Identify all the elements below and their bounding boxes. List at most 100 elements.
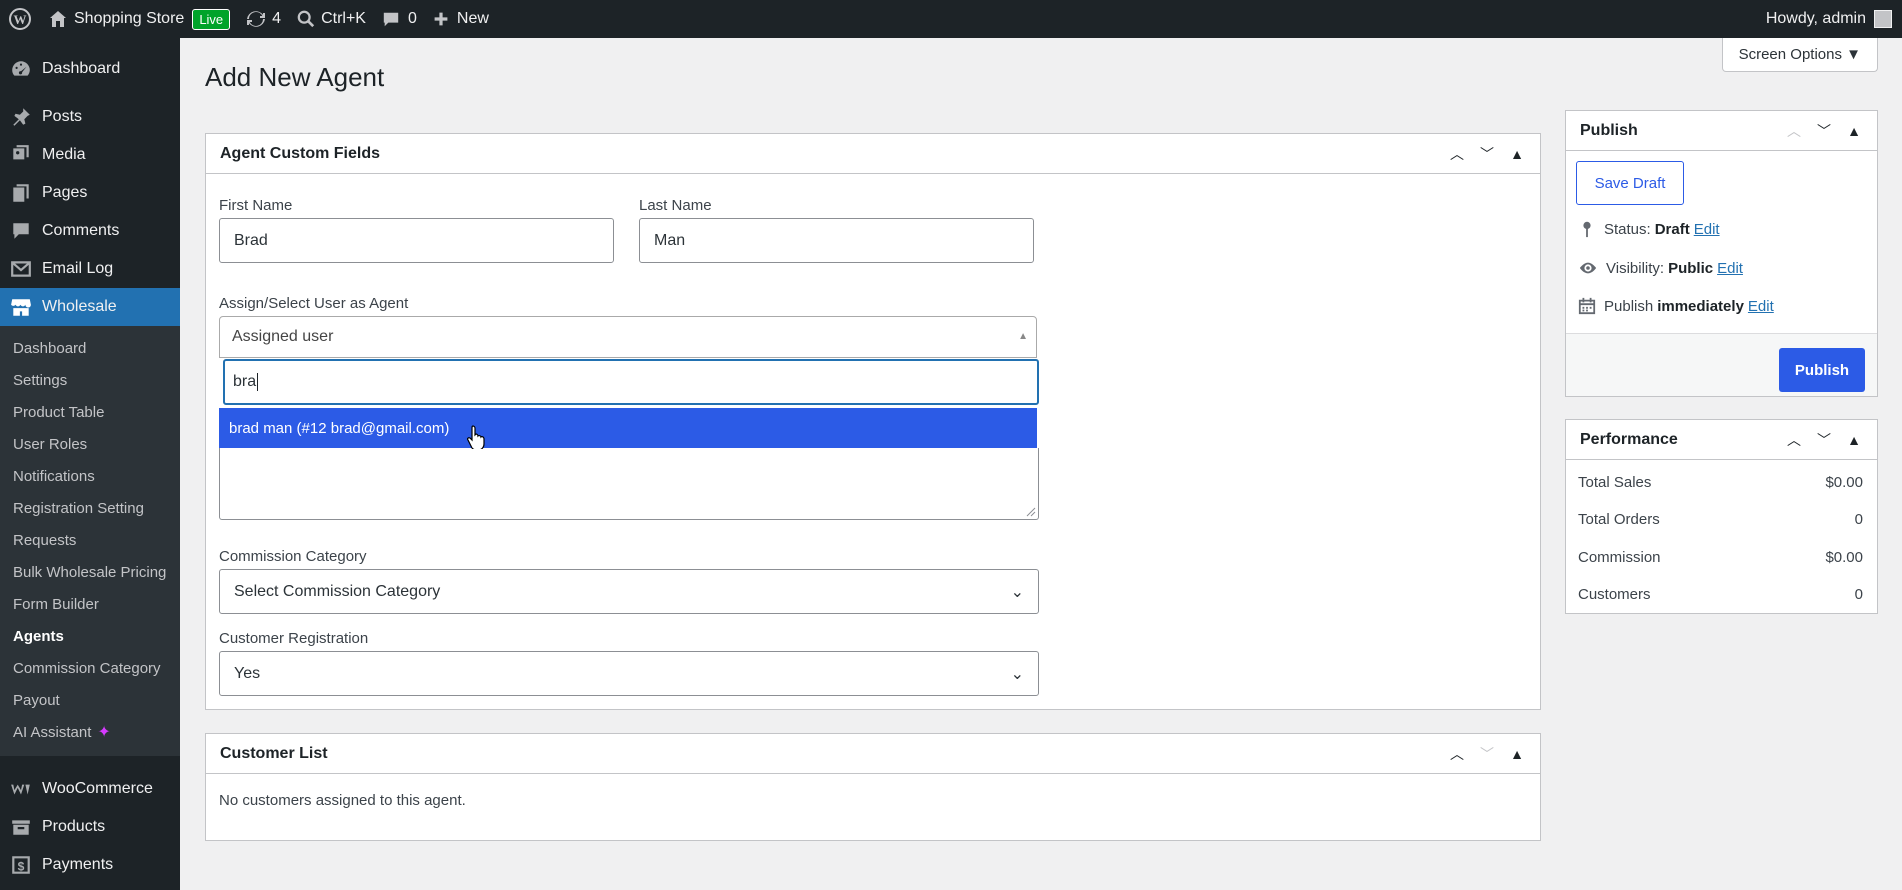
- submenu-payout[interactable]: Payout: [0, 684, 180, 716]
- screen-options-button[interactable]: Screen Options ▼: [1721, 38, 1878, 72]
- products-icon: [12, 820, 30, 835]
- status-value: Draft: [1654, 220, 1690, 238]
- submenu-registration-setting[interactable]: Registration Setting: [0, 492, 180, 524]
- move-up-icon[interactable]: ︿: [1448, 144, 1466, 164]
- perf-row-commission: Commission $0.00: [1578, 549, 1863, 566]
- menu-comments[interactable]: Comments: [0, 212, 180, 250]
- perf-value: $0.00: [1825, 474, 1863, 491]
- search-shortcut[interactable]: Ctrl+K: [289, 0, 374, 38]
- agent-textarea[interactable]: [219, 448, 1039, 520]
- calendar-icon: [1578, 297, 1596, 315]
- menu-dashboard-label: Dashboard: [42, 60, 121, 77]
- dashboard-icon: [12, 61, 30, 76]
- menu-payments-label: Payments: [42, 856, 114, 873]
- submenu-agents[interactable]: Agents: [0, 620, 180, 652]
- menu-email-log[interactable]: Email Log: [0, 250, 180, 288]
- updates-count: 4: [272, 10, 282, 27]
- comments-link[interactable]: 0: [374, 0, 425, 38]
- commission-category-select[interactable]: Select Commission Category ⌄: [219, 569, 1039, 614]
- chevron-down-icon: ⌄: [1010, 665, 1024, 683]
- howdy-text: Howdy, admin: [1765, 10, 1866, 27]
- perf-label: Customers: [1578, 586, 1651, 603]
- site-name-link[interactable]: Shopping Store Live: [40, 0, 238, 38]
- menu-posts[interactable]: Posts: [0, 98, 180, 136]
- perf-label: Commission: [1578, 549, 1661, 566]
- menu-dashboard[interactable]: Dashboard: [0, 50, 180, 88]
- toggle-panel-icon[interactable]: ▲: [1845, 123, 1863, 139]
- performance-box-header: Performance ︿ ﹀ ▲: [1566, 420, 1877, 460]
- user-option-brad-man[interactable]: brad man (#12 brad@gmail.com): [219, 408, 1037, 448]
- move-down-icon[interactable]: ﹀: [1815, 430, 1833, 450]
- updates-icon: [247, 11, 266, 27]
- user-search-input[interactable]: bra: [223, 359, 1039, 405]
- submenu-requests[interactable]: Requests: [0, 524, 180, 556]
- last-name-input[interactable]: Man: [639, 218, 1034, 263]
- submenu-commission-category[interactable]: Commission Category: [0, 652, 180, 684]
- move-down-icon[interactable]: ﹀: [1478, 744, 1496, 764]
- first-name-input[interactable]: Brad: [219, 218, 614, 263]
- resize-handle-icon[interactable]: [1026, 507, 1036, 517]
- submenu-product-table[interactable]: Product Table: [0, 396, 180, 428]
- assign-user-select[interactable]: Assigned user ▲: [219, 316, 1037, 358]
- submenu-ai-assistant[interactable]: AI Assistant ✦: [0, 716, 180, 748]
- visibility-value: Public: [1668, 259, 1714, 277]
- menu-pages[interactable]: Pages: [0, 174, 180, 212]
- customer-box-header: Customer List ︿ ﹀ ▲: [206, 734, 1540, 774]
- edit-visibility-link[interactable]: Edit: [1717, 260, 1743, 277]
- perf-label: Total Orders: [1578, 511, 1660, 528]
- menu-payments[interactable]: $ Payments: [0, 846, 180, 884]
- pin-icon: [1583, 221, 1591, 238]
- menu-pages-label: Pages: [42, 184, 88, 201]
- toggle-panel-icon[interactable]: ▲: [1845, 432, 1863, 448]
- submenu-user-roles[interactable]: User Roles: [0, 428, 180, 460]
- customer-registration-select[interactable]: Yes ⌄: [219, 651, 1039, 696]
- perf-row-customers: Customers 0: [1578, 586, 1863, 603]
- submenu-bulk-wholesale-pricing[interactable]: Bulk Wholesale Pricing: [0, 556, 180, 588]
- sparkle-icon: ✦: [97, 724, 111, 741]
- toggle-panel-icon[interactable]: ▲: [1508, 146, 1526, 162]
- move-down-icon[interactable]: ﹀: [1815, 121, 1833, 141]
- publish-actions: Publish: [1566, 333, 1877, 396]
- menu-products[interactable]: Products: [0, 808, 180, 846]
- publish-button[interactable]: Publish: [1779, 348, 1865, 392]
- status-row: Status: Draft Edit: [1578, 220, 1720, 238]
- search-shortcut-label: Ctrl+K: [321, 10, 366, 27]
- comment-icon: [13, 223, 29, 239]
- pin-icon: [13, 108, 30, 126]
- move-up-icon[interactable]: ︿: [1448, 744, 1466, 764]
- status-label: Status:: [1604, 220, 1651, 238]
- move-down-icon[interactable]: ﹀: [1478, 144, 1496, 164]
- submenu-form-builder[interactable]: Form Builder: [0, 588, 180, 620]
- submenu-settings[interactable]: Settings: [0, 364, 180, 396]
- move-up-icon[interactable]: ︿: [1785, 121, 1803, 141]
- save-draft-button[interactable]: Save Draft: [1576, 161, 1684, 205]
- woo-icon: [11, 784, 30, 795]
- toggle-panel-icon[interactable]: ▲: [1508, 746, 1526, 762]
- customer-list-box: Customer List ︿ ﹀ ▲ No customers assigne…: [205, 733, 1541, 841]
- submenu-dashboard[interactable]: Dashboard: [0, 332, 180, 364]
- assign-user-label: Assign/Select User as Agent: [219, 295, 409, 312]
- home-icon: [50, 11, 66, 27]
- wordpress-logo-icon[interactable]: W: [0, 0, 40, 38]
- svg-text:$: $: [18, 860, 25, 874]
- customer-registration-label: Customer Registration: [219, 630, 369, 647]
- my-account[interactable]: Howdy, admin: [1766, 10, 1902, 28]
- new-content-link[interactable]: New: [425, 0, 497, 38]
- commission-category-label: Commission Category: [219, 548, 367, 565]
- menu-media[interactable]: Media: [0, 136, 180, 174]
- menu-woocommerce[interactable]: WooCommerce: [0, 770, 180, 808]
- submenu-notifications[interactable]: Notifications: [0, 460, 180, 492]
- edit-publish-date-link[interactable]: Edit: [1748, 298, 1774, 315]
- payments-icon: $: [12, 856, 30, 874]
- edit-status-link[interactable]: Edit: [1694, 221, 1720, 238]
- updates-link[interactable]: 4: [238, 0, 289, 38]
- email-icon: [11, 261, 31, 277]
- perf-row-total-orders: Total Orders 0: [1578, 511, 1863, 528]
- avatar: [1874, 10, 1892, 28]
- no-customers-text: No customers assigned to this agent.: [219, 792, 466, 809]
- move-up-icon[interactable]: ︿: [1785, 430, 1803, 450]
- menu-wholesale[interactable]: Wholesale: [0, 288, 180, 326]
- text-caret: [257, 373, 259, 391]
- user-search-value: bra: [233, 373, 257, 390]
- perf-value: 0: [1854, 586, 1863, 603]
